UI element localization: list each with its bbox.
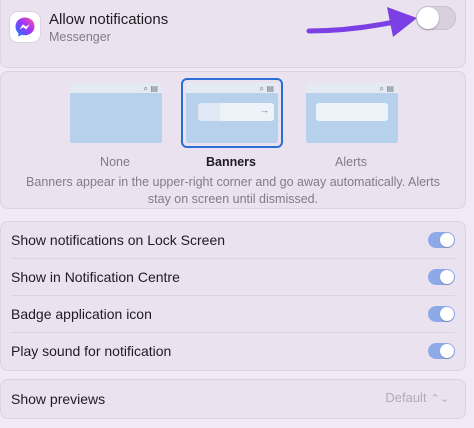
alert-style-label: Alerts (335, 155, 367, 169)
control-centre-icon: ▤ (150, 84, 158, 93)
sound-toggle[interactable] (428, 343, 455, 359)
alert-style-label: None (100, 155, 130, 169)
badge-toggle[interactable] (428, 306, 455, 322)
setting-row-notification-centre: Show in Notification Centre (1, 259, 465, 296)
setting-row-sound: Play sound for notification (1, 333, 465, 370)
allow-notifications-title: Allow notifications (49, 11, 169, 28)
control-centre-icon: ▤ (386, 84, 394, 93)
notification-settings-card: Show notifications on Lock Screen Show i… (0, 221, 466, 371)
setting-label: Badge application icon (11, 306, 152, 322)
alert-style-card: ⌕ ▤ None ⌕ ▤ → Banners ⌕ ▤ Alerts Banner… (0, 71, 466, 209)
search-icon: ⌕ (143, 84, 148, 93)
setting-label: Play sound for notification (11, 343, 172, 359)
alert-style-alerts[interactable]: ⌕ ▤ Alerts (301, 78, 401, 169)
banners-preview: ⌕ ▤ → (186, 83, 278, 143)
allow-notifications-toggle[interactable] (416, 6, 456, 30)
setting-row-lock-screen: Show notifications on Lock Screen (1, 222, 465, 259)
notification-centre-toggle[interactable] (428, 269, 455, 285)
search-icon: ⌕ (379, 84, 384, 93)
show-previews-label: Show previews (11, 391, 106, 407)
selected-ring: ⌕ ▤ → (181, 78, 283, 148)
annotation-arrow-icon (306, 7, 417, 37)
messenger-icon (10, 12, 40, 42)
alert-style-description: Banners appear in the upper-right corner… (26, 175, 440, 206)
setting-label: Show notifications on Lock Screen (11, 232, 226, 248)
chevron-updown-icon: ⌃⌄ (430, 393, 449, 405)
banner-notification: → (220, 103, 274, 121)
show-previews-card: Show previews Default ⌃⌄ (0, 379, 466, 419)
alerts-preview: ⌕ ▤ (306, 83, 398, 143)
show-previews-value: Default (385, 390, 427, 405)
alert-style-banners[interactable]: ⌕ ▤ → Banners (181, 78, 283, 169)
lock-screen-toggle[interactable] (428, 232, 455, 248)
alert-style-label: Banners (205, 155, 257, 169)
control-centre-icon: ▤ (266, 84, 274, 93)
app-name-label: Messenger (49, 30, 111, 44)
allow-notifications-card: Allow notifications Messenger (0, 0, 466, 68)
none-preview: ⌕ ▤ (70, 83, 162, 143)
toggle-knob (417, 7, 439, 29)
show-previews-select[interactable]: Default ⌃⌄ (385, 390, 449, 405)
search-icon: ⌕ (259, 84, 264, 93)
arrow-right-icon: → (260, 105, 269, 115)
alert-notification (316, 103, 388, 121)
setting-label: Show in Notification Centre (11, 269, 180, 285)
setting-row-badge: Badge application icon (1, 296, 465, 333)
alert-style-none[interactable]: ⌕ ▤ None (65, 78, 165, 169)
